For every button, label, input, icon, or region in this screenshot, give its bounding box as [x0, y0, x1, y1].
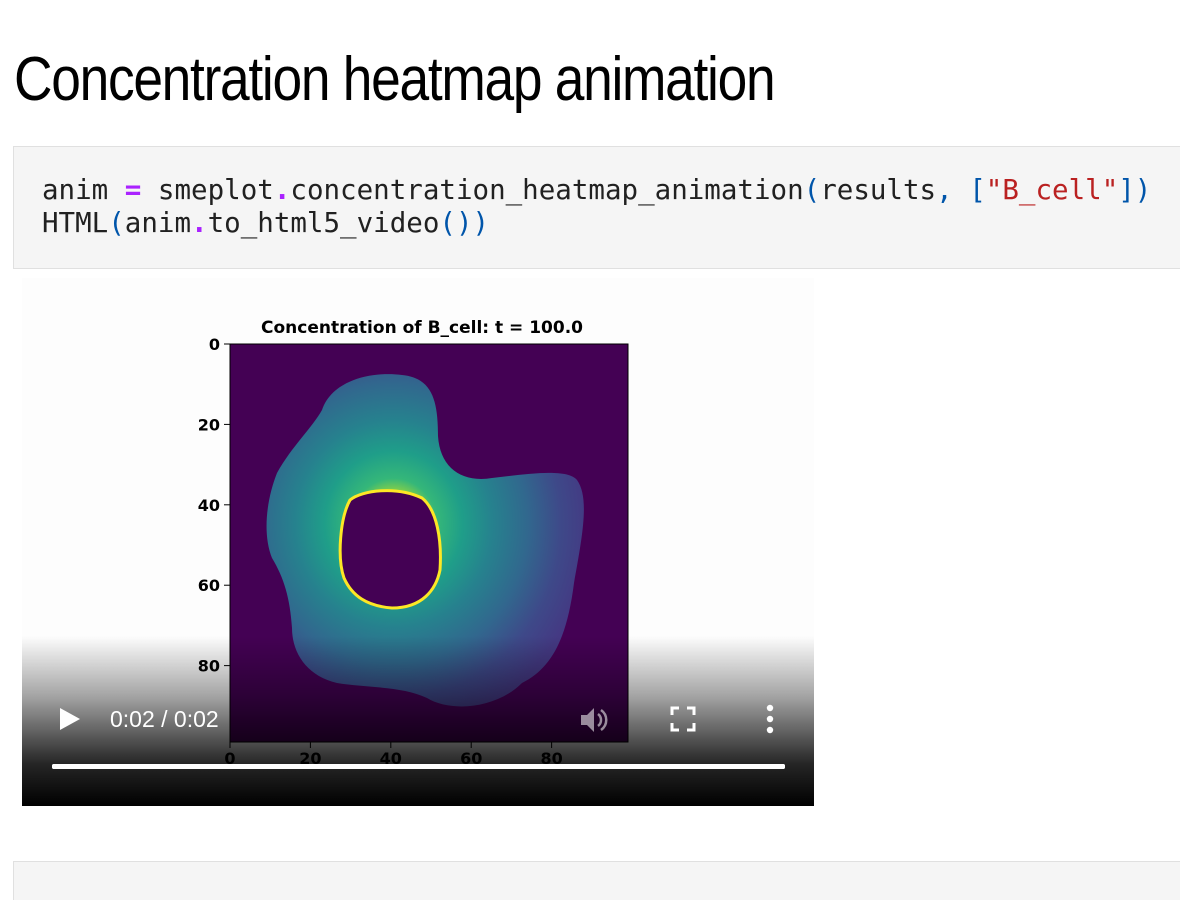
volume-icon[interactable]	[578, 704, 610, 736]
more-vertical-icon[interactable]	[760, 704, 780, 734]
y-tick-label: 60	[198, 576, 220, 595]
next-code-cell[interactable]	[13, 861, 1180, 900]
video-player[interactable]: Concentration of B_cell: t = 100.0 0 20 40…	[22, 278, 814, 806]
section-heading: Concentration heatmap animation	[14, 45, 776, 114]
fullscreen-icon[interactable]	[670, 706, 696, 732]
code-block: anim = smeplot.concentration_heatmap_ani…	[42, 174, 1152, 239]
y-tick-label: 40	[198, 496, 220, 515]
cell-core	[338, 489, 442, 610]
progress-fill	[52, 764, 785, 769]
play-icon[interactable]	[58, 706, 82, 732]
y-axis: 020406080	[198, 335, 230, 676]
frame-title: Concentration of B_cell: t = 100.0	[261, 318, 583, 338]
progress-bar[interactable]	[52, 764, 785, 769]
y-tick-label: 20	[198, 415, 220, 434]
y-tick-label: 0	[209, 335, 220, 354]
time-display: 0:02 / 0:02	[110, 706, 219, 732]
code-cell[interactable]: anim = smeplot.concentration_heatmap_ani…	[13, 146, 1180, 269]
